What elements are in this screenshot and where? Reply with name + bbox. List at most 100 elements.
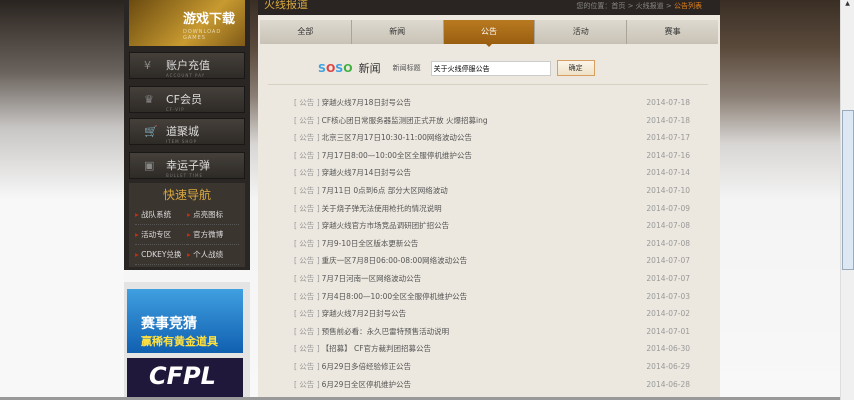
- item-date: 2014-07-14: [646, 168, 690, 178]
- list-item[interactable]: [ 公告 ] 6月29日全区停机维护公告 2014-06-28: [294, 378, 690, 396]
- page-background: [0, 0, 124, 400]
- item-title[interactable]: 关于烧子弹无法使用枪托的情况说明: [322, 202, 442, 220]
- item-title[interactable]: 重庆一区7月8日06:00-08:00网络波动公告: [322, 254, 467, 272]
- button-label: 账户充值: [166, 59, 210, 72]
- scroll-thumb[interactable]: [842, 110, 854, 270]
- vip-icon: ♛: [144, 93, 154, 106]
- search-input[interactable]: 关于火线停服公告: [430, 60, 551, 76]
- breadcrumb-path[interactable]: 您的位置：首页 > 火线报道 >: [576, 2, 671, 10]
- quick-nav-link[interactable]: 战队系统: [135, 205, 187, 225]
- list-item[interactable]: [ 公告 ] 穿越火线官方市场竞品调研团扩招公告 2014-07-08: [294, 219, 690, 237]
- download-sub: DOWNLOAD GAMES: [183, 29, 222, 41]
- item-title[interactable]: 6月29日全区停机维护公告: [322, 378, 411, 396]
- item-title[interactable]: 穿越火线官方市场竞品调研团扩招公告: [322, 219, 450, 237]
- list-item[interactable]: [ 公告 ] 【招募】 CF官方裁判团招募公告 2014-06-30: [294, 342, 690, 360]
- list-item[interactable]: [ 公告 ] 7月4日8:00—10:00全区全服停机维护公告 2014-07-03: [294, 290, 690, 308]
- list-item[interactable]: [ 公告 ] 穿越火线7月14日封号公告 2014-07-14: [294, 166, 690, 184]
- search-bar: SOSO 新闻 新闻标题 关于火线停服公告 确定: [318, 60, 595, 76]
- sidebar-button-shop[interactable]: 🛒 道聚城 ITEM SHOP: [129, 118, 245, 145]
- item-date: 2014-07-08: [646, 238, 690, 248]
- item-title[interactable]: 穿越火线7月2日封号公告: [322, 307, 407, 325]
- quick-nav-link[interactable]: 点亮图标: [187, 205, 239, 225]
- item-date: 2014-07-16: [646, 150, 690, 160]
- list-item[interactable]: [ 公告 ] 7月17日8:00—10:00全区全服停机维护公告 2014-07-1…: [294, 149, 690, 167]
- item-category: [ 公告 ]: [294, 203, 320, 213]
- soso-logo: SOSO: [318, 61, 353, 75]
- list-item[interactable]: [ 公告 ] 穿越火线7月2日封号公告 2014-07-02: [294, 307, 690, 325]
- quick-nav-link[interactable]: CDKEY兑换: [135, 245, 187, 265]
- button-sub: ACCOUNT PAY: [166, 73, 206, 78]
- tab-events[interactable]: 活动: [535, 20, 628, 44]
- list-item[interactable]: [ 公告 ] 7月7日河南一区网络波动公告 2014-07-07: [294, 272, 690, 290]
- game-download-banner[interactable]: 游戏下载 DOWNLOAD GAMES: [129, 0, 245, 46]
- quick-nav: 快速导航 战队系统 点亮图标 活动专区 官方微博 CDKEY兑换 个人战绩: [129, 183, 245, 267]
- item-title[interactable]: 7月7日河南一区网络波动公告: [322, 272, 422, 290]
- item-date: 2014-07-01: [646, 326, 690, 336]
- ad-area: 赛事竞猜 赢稀有黄金道具 CFPL: [124, 282, 250, 400]
- sidebar-button-recharge[interactable]: ¥ 账户充值 ACCOUNT PAY: [129, 52, 245, 79]
- item-title[interactable]: 7月11日 0点到6点 部分大区网络波动: [322, 184, 448, 202]
- quick-nav-link[interactable]: 活动专区: [135, 225, 187, 245]
- list-item[interactable]: [ 公告 ] 6月29日多倍经验修正公告 2014-06-29: [294, 360, 690, 378]
- item-title[interactable]: 穿越火线7月18日封号公告: [322, 96, 411, 114]
- search-brand: 新闻: [358, 62, 381, 75]
- item-title[interactable]: 预售前必看：永久巴雷特预售活动说明: [322, 325, 450, 343]
- item-category: [ 公告 ]: [294, 115, 320, 125]
- item-category: [ 公告 ]: [294, 185, 320, 195]
- button-label: CF会员: [166, 93, 203, 106]
- scroll-up-icon[interactable]: ▲: [841, 0, 854, 7]
- item-date: 2014-07-10: [646, 185, 690, 195]
- list-item[interactable]: [ 公告 ] 重庆一区7月8日06:00-08:00网络波动公告 2014-07-0…: [294, 254, 690, 272]
- yen-icon: ¥: [144, 59, 151, 72]
- quick-nav-link[interactable]: 个人战绩: [187, 245, 239, 265]
- item-title[interactable]: 北京三区7月17日10:30-11:00网络波动公告: [322, 131, 472, 149]
- list-item[interactable]: [ 公告 ] 7月11日 0点到6点 部分大区网络波动 2014-07-10: [294, 184, 690, 202]
- item-date: 2014-07-03: [646, 291, 690, 301]
- sidebar-button-lucky[interactable]: ▣ 幸运子弹 BULLET TIME: [129, 152, 245, 179]
- tab-matches[interactable]: 赛事: [627, 20, 718, 44]
- item-category: [ 公告 ]: [294, 221, 320, 231]
- download-title: 游戏下载: [183, 12, 236, 27]
- item-date: 2014-07-09: [646, 203, 690, 213]
- ad-title: 赛事竞猜: [141, 316, 197, 332]
- list-item[interactable]: [ 公告 ] 预售前必看：永久巴雷特预售活动说明 2014-07-01: [294, 325, 690, 343]
- item-title[interactable]: 穿越火线7月14日封号公告: [322, 166, 411, 184]
- tab-all[interactable]: 全部: [260, 20, 352, 44]
- item-title[interactable]: 7月9-10日全区版本更新公告: [322, 237, 419, 255]
- breadcrumb-current: 公告列表: [674, 2, 702, 10]
- button-sub: BULLET TIME: [166, 173, 203, 178]
- item-date: 2014-07-07: [646, 273, 690, 283]
- item-title[interactable]: 【招募】 CF官方裁判团招募公告: [322, 342, 431, 360]
- scrollbar[interactable]: ▲: [840, 0, 854, 400]
- list-item[interactable]: [ 公告 ] 关于烧子弹无法使用枪托的情况说明 2014-07-09: [294, 202, 690, 220]
- sidebar-button-vip[interactable]: ♛ CF会员 CF-VIP: [129, 86, 245, 113]
- item-date: 2014-07-18: [646, 98, 690, 107]
- item-category: [ 公告 ]: [294, 133, 320, 143]
- notice-list: [ 公告 ] 穿越火线7月18日封号公告 2014-07-18[ 公告 ] CF核心团…: [294, 96, 690, 395]
- item-date: 2014-07-02: [646, 309, 690, 319]
- item-date: 2014-06-30: [646, 344, 690, 354]
- section-title: 火线报道: [264, 0, 308, 11]
- list-item[interactable]: [ 公告 ] CF核心团日常服务器监测团正式开放 火爆招募ing 2014-07-1…: [294, 114, 690, 132]
- list-item[interactable]: [ 公告 ] 7月9-10日全区版本更新公告 2014-07-08: [294, 237, 690, 255]
- item-title[interactable]: CF核心团日常服务器监测团正式开放 火爆招募ing: [322, 114, 488, 132]
- search-submit-button[interactable]: 确定: [556, 60, 595, 76]
- item-title[interactable]: 7月17日8:00—10:00全区全服停机维护公告: [322, 149, 472, 167]
- item-category: [ 公告 ]: [294, 344, 320, 354]
- item-title[interactable]: 6月29日多倍经验修正公告: [322, 360, 411, 378]
- quick-nav-link[interactable]: 官方微博: [187, 225, 239, 245]
- list-item[interactable]: [ 公告 ] 北京三区7月17日10:30-11:00网络波动公告 2014-07-…: [294, 131, 690, 149]
- item-title[interactable]: 7月4日8:00—10:00全区全服停机维护公告: [322, 290, 468, 308]
- tab-notice[interactable]: 公告: [443, 20, 536, 47]
- item-date: 2014-06-29: [646, 361, 690, 371]
- button-sub: ITEM SHOP: [166, 139, 197, 144]
- ad-banner-guess[interactable]: 赛事竞猜 赢稀有黄金道具: [127, 289, 243, 353]
- list-item[interactable]: [ 公告 ] 穿越火线7月18日封号公告 2014-07-18: [294, 96, 690, 114]
- item-category: [ 公告 ]: [294, 309, 320, 319]
- ad-banner-cfpl[interactable]: CFPL: [127, 358, 243, 400]
- tab-news[interactable]: 新闻: [352, 20, 444, 44]
- item-date: 2014-07-17: [646, 133, 690, 143]
- main-content: 火线报道 您的位置：首页 > 火线报道 > 公告列表 全部 新闻 公告 活动 赛…: [258, 0, 720, 397]
- search-label: 新闻标题: [392, 64, 421, 72]
- item-category: [ 公告 ]: [294, 256, 320, 266]
